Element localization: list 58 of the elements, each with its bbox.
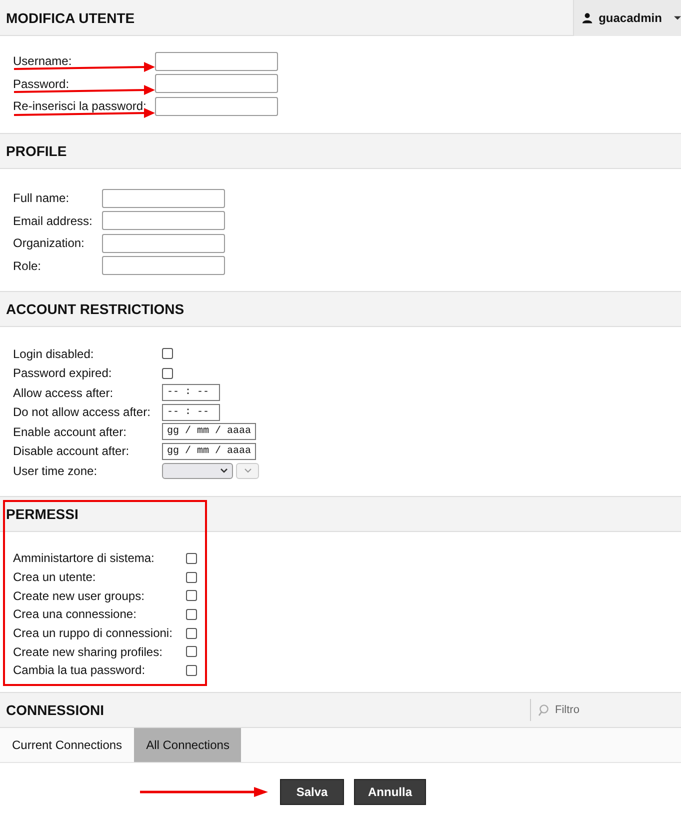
input-field[interactable] <box>155 96 278 116</box>
field-label: Password: <box>13 76 70 91</box>
field-label: Role: <box>13 258 42 273</box>
time-field[interactable]: -- : -- <box>162 384 220 402</box>
field-label: Enable account after: <box>13 424 128 439</box>
checkbox[interactable] <box>186 628 197 639</box>
field-label: User time zone: <box>13 464 98 478</box>
caret-icon <box>674 16 681 20</box>
checkbox[interactable] <box>186 608 197 620</box>
input-field[interactable] <box>102 234 225 253</box>
search-icon <box>538 704 549 716</box>
tab[interactable]: All Connections <box>134 728 242 762</box>
checkbox[interactable] <box>162 368 173 379</box>
permission-label: Create new sharing profiles: <box>13 644 164 659</box>
permission-label: Crea una connessione: <box>13 607 138 622</box>
field-label: Username: <box>13 54 73 68</box>
user-icon <box>582 12 593 24</box>
field-label: Email address: <box>13 214 94 228</box>
cancel-button[interactable]: Annulla <box>354 779 426 805</box>
checkbox[interactable] <box>186 646 197 658</box>
input-field[interactable] <box>102 211 225 230</box>
checkbox[interactable] <box>186 664 197 676</box>
section-title: PERMESSI <box>5 506 78 522</box>
section-title: CONNESSIONI <box>5 702 104 718</box>
permission-label: Cambia la tua password: <box>13 663 146 678</box>
field-label: Password expired: <box>13 366 113 380</box>
chevron-icon <box>220 468 228 474</box>
filter-field[interactable]: Filtro <box>555 704 655 716</box>
field-label: Organization: <box>13 236 86 250</box>
section-title: PROFILE <box>5 143 67 159</box>
field-label: Disable account after: <box>13 444 130 458</box>
save-button[interactable]: Salva <box>280 779 344 805</box>
page-title: MODIFICA UTENTE <box>5 10 135 26</box>
permission-label: Crea un utente: <box>13 570 97 584</box>
input-field[interactable] <box>155 74 278 94</box>
checkbox[interactable] <box>162 348 173 360</box>
input-field[interactable] <box>102 256 225 276</box>
input-field[interactable] <box>102 188 225 208</box>
timezone-dropdown[interactable] <box>162 462 233 479</box>
field-label: Login disabled: <box>13 346 95 361</box>
time-field[interactable]: -- : -- <box>162 404 220 421</box>
user-menu[interactable]: guacadmin <box>573 0 681 36</box>
field-label: Full name: <box>13 191 70 206</box>
checkbox[interactable] <box>186 590 197 602</box>
date-field[interactable]: gg / mm / aaaa <box>162 423 256 440</box>
tab[interactable]: Current Connections <box>0 728 134 762</box>
permission-label: Create new user groups: <box>13 588 146 603</box>
checkbox[interactable] <box>186 552 197 564</box>
section-title: ACCOUNT RESTRICTIONS <box>5 301 184 317</box>
permission-label: Amministartore di sistema: <box>13 551 156 566</box>
date-field[interactable]: gg / mm / aaaa <box>162 442 256 460</box>
input-field[interactable] <box>155 52 278 71</box>
permission-label: Crea un ruppo di connessioni: <box>13 626 174 640</box>
chevron-icon <box>244 468 252 474</box>
field-label: Allow access after: <box>13 386 114 400</box>
field-label: Re-inserisci la password: <box>13 99 148 114</box>
field-label: Do not allow access after: <box>13 405 152 420</box>
checkbox[interactable] <box>186 572 197 583</box>
